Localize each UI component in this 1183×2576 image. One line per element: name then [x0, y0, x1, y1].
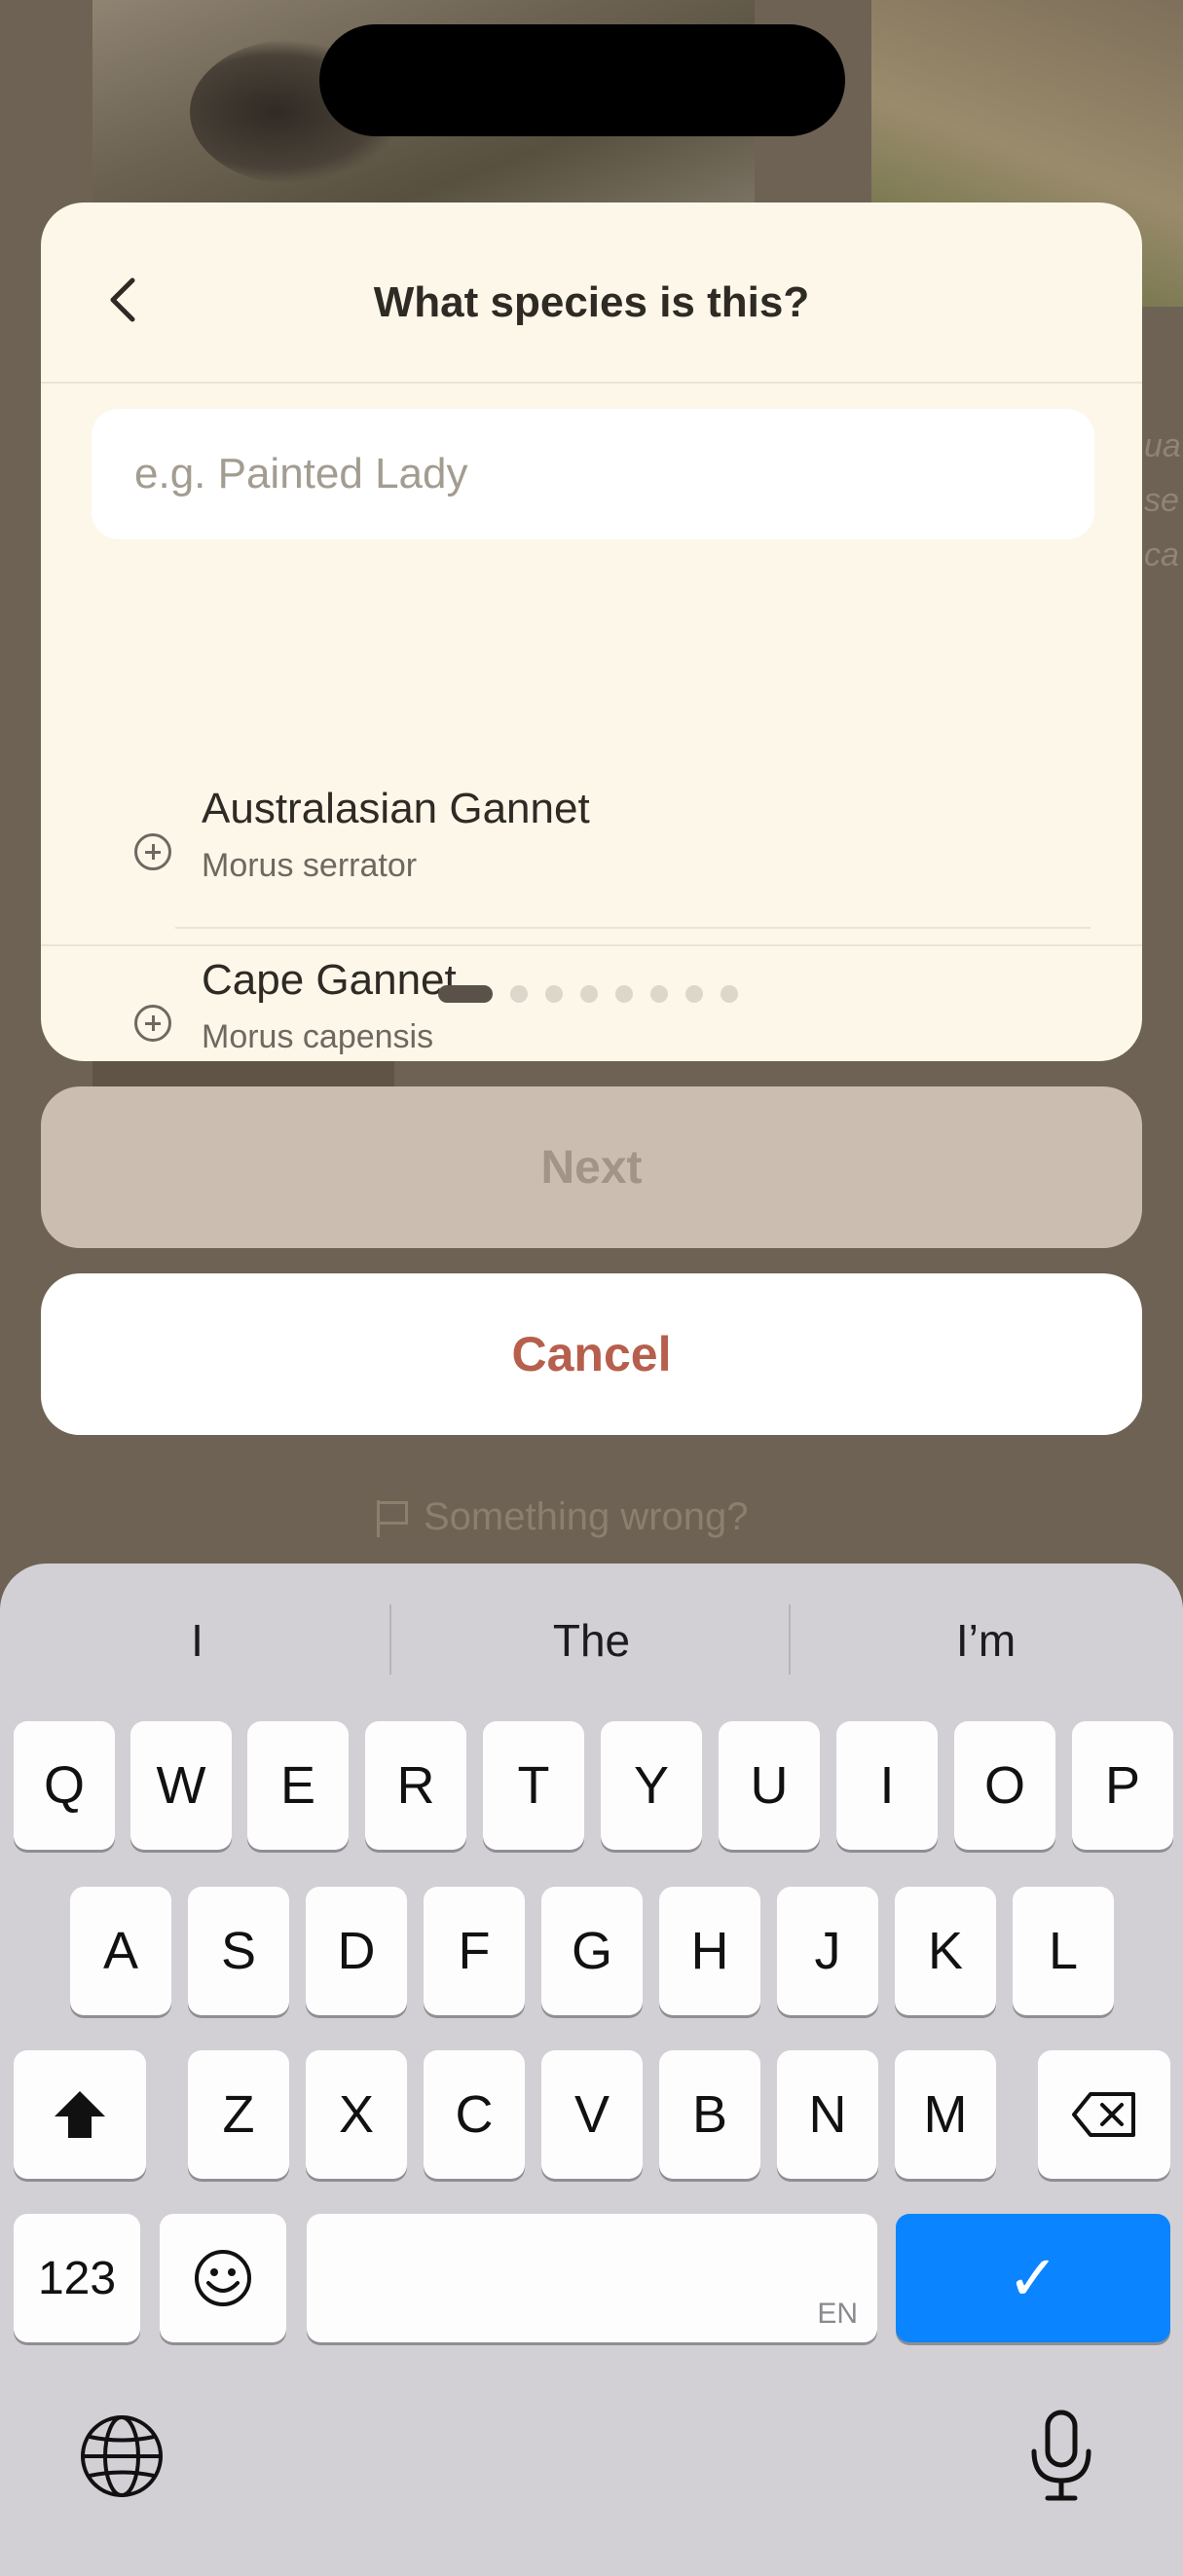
page-dot: [614, 985, 633, 1003]
key[interactable]: P: [1072, 1721, 1173, 1850]
modal-header: What species is this?: [41, 202, 1142, 384]
page-dot: [579, 985, 598, 1003]
key[interactable]: E: [247, 1721, 349, 1850]
key[interactable]: X: [306, 2050, 407, 2179]
key[interactable]: C: [424, 2050, 525, 2179]
backspace-key[interactable]: [1038, 2050, 1170, 2179]
something-wrong-link: Something wrong?: [375, 1495, 749, 1539]
key[interactable]: I: [836, 1721, 938, 1850]
page-dot-active: [437, 985, 493, 1003]
add-circle-icon: [134, 833, 171, 870]
emoji-key[interactable]: [160, 2214, 286, 2342]
flag-icon: [375, 1498, 408, 1537]
microphone-icon[interactable]: [1022, 2407, 1100, 2504]
key[interactable]: D: [306, 1887, 407, 2015]
scientific-name: Morus serrator: [202, 847, 418, 884]
key[interactable]: B: [659, 2050, 760, 2179]
species-result-item[interactable]: Cape Gannet Morus capensis: [41, 956, 995, 1092]
shift-icon: [55, 2091, 105, 2138]
species-result-item[interactable]: Australasian Gannet Morus serrator: [41, 785, 995, 921]
shift-key[interactable]: [14, 2050, 146, 2179]
cancel-button[interactable]: Cancel: [41, 1273, 1142, 1435]
page-dot: [684, 985, 703, 1003]
divider: [41, 944, 1142, 946]
key[interactable]: W: [130, 1721, 232, 1850]
key[interactable]: F: [424, 1887, 525, 2015]
suggestion-item[interactable]: I’m: [789, 1597, 1183, 1684]
species-search-input[interactable]: [92, 409, 1094, 539]
key[interactable]: S: [188, 1887, 289, 2015]
divider: [175, 927, 1091, 929]
key[interactable]: A: [70, 1887, 171, 2015]
modal-title: What species is this?: [373, 278, 810, 326]
key[interactable]: M: [895, 2050, 996, 2179]
key[interactable]: N: [777, 2050, 878, 2179]
key[interactable]: L: [1013, 1887, 1114, 2015]
page-dot: [649, 985, 668, 1003]
language-label: EN: [817, 2298, 858, 2330]
key[interactable]: Z: [188, 2050, 289, 2179]
key[interactable]: J: [777, 1887, 878, 2015]
scientific-name: Morus capensis: [202, 1018, 434, 1055]
add-circle-icon: [134, 1005, 171, 1042]
dynamic-island: [319, 24, 845, 136]
next-button[interactable]: Next: [41, 1086, 1142, 1248]
key[interactable]: U: [719, 1721, 820, 1850]
emoji-icon: [195, 2250, 251, 2306]
globe-icon[interactable]: [78, 2412, 166, 2500]
key[interactable]: V: [541, 2050, 643, 2179]
backspace-icon: [1072, 2092, 1135, 2137]
key[interactable]: R: [365, 1721, 466, 1850]
common-name: Australasian Gannet: [202, 785, 590, 832]
divider: [389, 1604, 391, 1674]
page-dot: [509, 985, 528, 1003]
done-key[interactable]: ✓: [896, 2214, 1170, 2342]
key[interactable]: O: [954, 1721, 1055, 1850]
suggestion-item[interactable]: I: [0, 1597, 394, 1684]
background-text: ua se ca: [1144, 427, 1181, 573]
key[interactable]: Y: [601, 1721, 702, 1850]
page-dot: [720, 985, 738, 1003]
key[interactable]: K: [895, 1887, 996, 2015]
numbers-key[interactable]: 123: [14, 2214, 140, 2342]
key[interactable]: H: [659, 1887, 760, 2015]
page-indicator: [41, 985, 1142, 1003]
key[interactable]: G: [541, 1887, 643, 2015]
page-dot: [544, 985, 563, 1003]
key[interactable]: Q: [14, 1721, 115, 1850]
suggestion-item[interactable]: The: [394, 1597, 789, 1684]
species-modal: What species is this? Australasian Ganne…: [41, 202, 1142, 1061]
space-key[interactable]: EN: [307, 2214, 877, 2342]
key[interactable]: T: [483, 1721, 584, 1850]
